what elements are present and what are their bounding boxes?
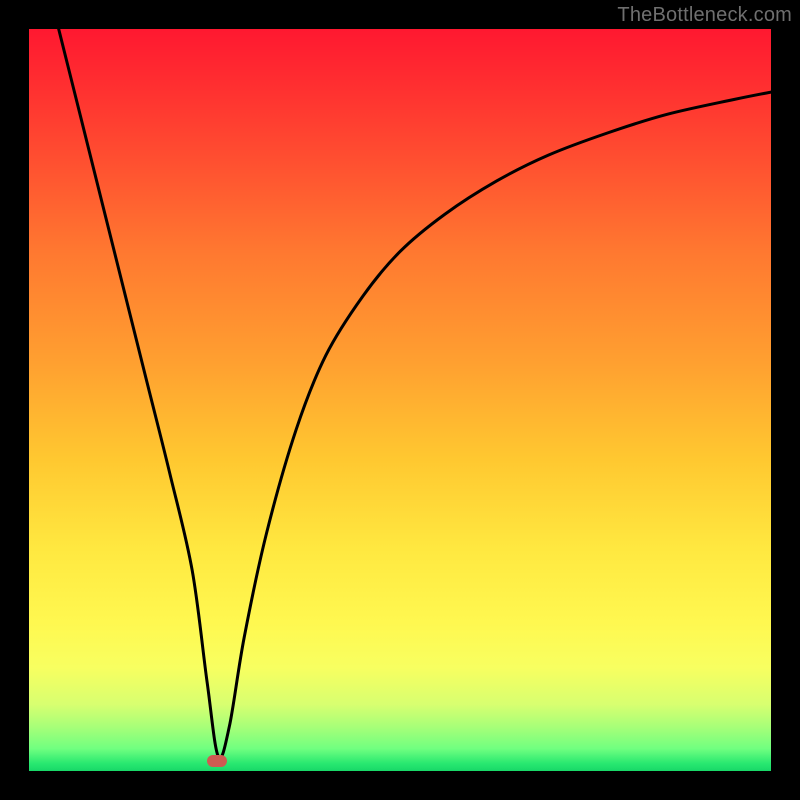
- bottleneck-curve: [29, 29, 771, 771]
- optimum-marker: [207, 755, 227, 767]
- watermark-text: TheBottleneck.com: [617, 4, 792, 27]
- chart-frame: TheBottleneck.com: [0, 0, 800, 800]
- plot-area: [29, 29, 771, 771]
